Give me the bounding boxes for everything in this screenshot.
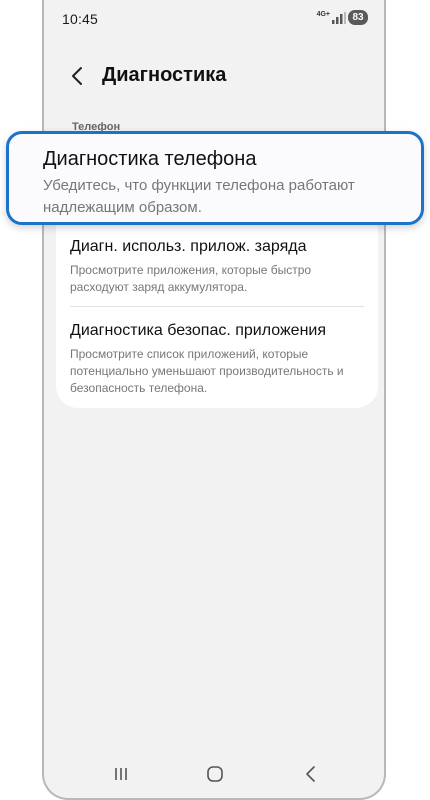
battery-indicator: 83 (348, 10, 368, 25)
back-icon[interactable] (300, 765, 322, 783)
list-item-description: Просмотрите приложения, которые быстро р… (70, 263, 312, 294)
list-item-title: Диагностика телефона (43, 148, 257, 170)
signal-icon (332, 12, 346, 24)
navigation-bar (44, 754, 384, 798)
list-item-description: Убедитесь, что функции телефона работают… (43, 177, 355, 216)
list-item-title: Диагностика безопас. приложения (70, 322, 327, 339)
chevron-left-icon[interactable] (68, 65, 86, 87)
recents-icon[interactable] (110, 765, 132, 783)
list-item-app-security-diagnostics[interactable]: Диагностика безопас. приложения Просмотр… (70, 322, 364, 397)
app-header: Диагностика (44, 56, 384, 96)
list-item-description: Просмотрите список приложений, которые п… (70, 347, 344, 395)
status-bar: 10:45 4G+ 83 (44, 0, 384, 36)
phone-frame: 10:45 4G+ 83 Диагностика Телефон Диагн. … (42, 0, 386, 800)
list-item-phone-diagnostics[interactable]: Диагностика телефона Убедитесь, что функ… (6, 131, 424, 225)
list-item-title: Диагн. использ. прилож. заряда (70, 238, 307, 255)
divider (70, 306, 364, 307)
status-time: 10:45 (62, 11, 99, 27)
network-type-label: 4G+ (316, 11, 330, 18)
home-icon[interactable] (204, 765, 226, 783)
page-title: Диагностика (102, 64, 227, 86)
list-item-battery-usage-diagnostics[interactable]: Диагн. использ. прилож. заряда Просмотри… (70, 238, 364, 296)
